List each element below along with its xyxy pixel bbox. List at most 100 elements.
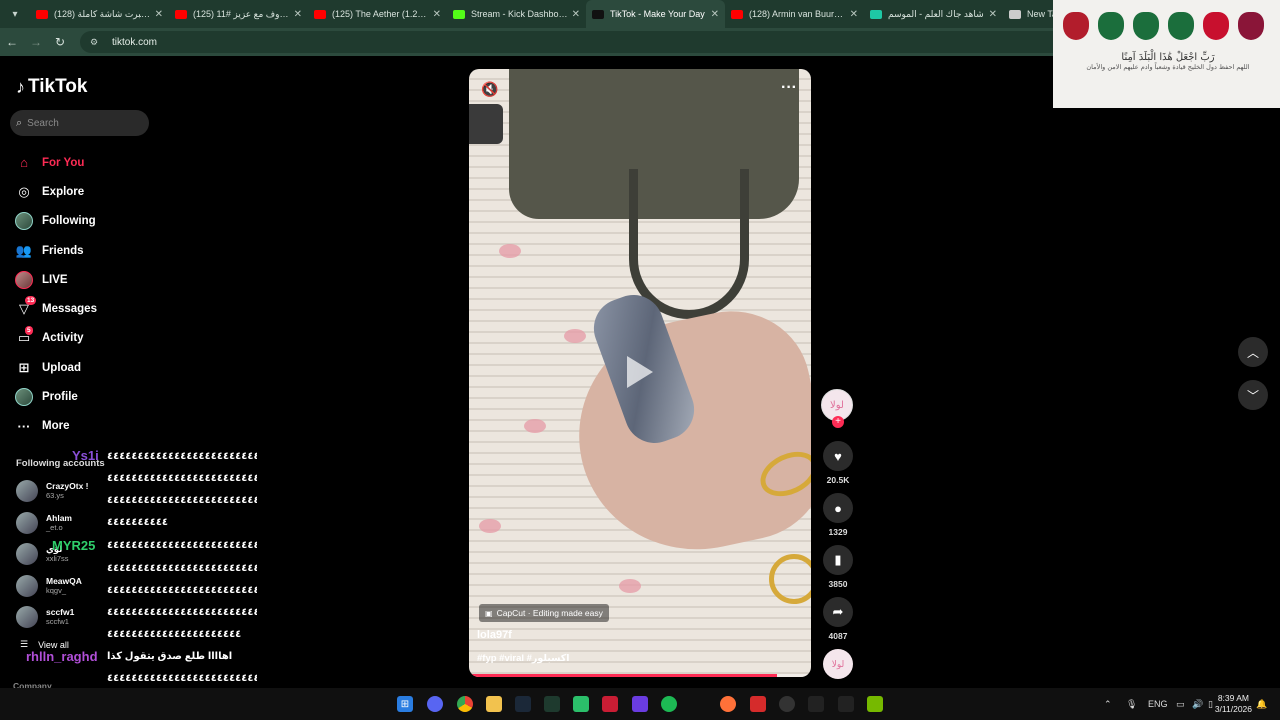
sidebar-item-label: Upload <box>42 361 81 374</box>
browser-tab[interactable]: Stream - Kick Dashboard ✕ <box>447 0 586 28</box>
video-author[interactable]: lola97f <box>477 629 512 641</box>
back-icon[interactable]: ← <box>0 35 24 49</box>
tab-title: (128) Armin van Buuren - <box>749 9 846 19</box>
gulf-emblems-overlay: رَبِّ اجْعَلْ هَٰذَا الْبَلَدَ آمِنًا ال… <box>1053 0 1280 108</box>
more-options-icon[interactable]: ··· <box>781 79 797 97</box>
browser-tab[interactable]: (128) البرت شاشة كاملة () ✕ <box>30 0 169 28</box>
nvidia-icon[interactable] <box>867 696 883 712</box>
adobe-icon[interactable] <box>602 696 618 712</box>
browser-tab[interactable]: شاهد جاك العلم - الموسم ✕ <box>864 0 1003 28</box>
following-account[interactable]: CrazyOtx ! 63.ys <box>16 476 106 506</box>
creator-avatar[interactable]: لولا + <box>821 389 853 428</box>
view-all-label: View all <box>38 639 69 650</box>
browser-tab[interactable]: (128) Armin van Buuren - ✕ <box>725 0 864 28</box>
browser-tab[interactable]: (125) The Aether (1.20.1) ✕ <box>308 0 447 28</box>
tiktok-logo[interactable]: ♪ TikTok <box>16 76 87 98</box>
tab-strip: (128) البرت شاشة كاملة ()✕(125) حروف مع … <box>30 0 1142 28</box>
sidebar-item-profile[interactable]: Profile <box>14 382 154 411</box>
notification-bell-icon[interactable]: 🔔 <box>1256 688 1267 720</box>
video-frame-flower <box>619 579 641 593</box>
app-red-icon[interactable] <box>750 696 766 712</box>
close-tab-icon[interactable]: ✕ <box>294 9 302 20</box>
close-tab-icon[interactable]: ✕ <box>850 9 858 20</box>
upload-icon: ⊞ <box>18 359 30 375</box>
compass-icon: ◎ <box>18 183 30 199</box>
sidebar-item-following[interactable]: Following <box>14 207 154 236</box>
system-clock[interactable]: 8:39 AM 3/11/2026 <box>1215 693 1252 715</box>
account-name: sccfw1 <box>46 607 75 617</box>
sidebar-item-activity[interactable]: ▭ 5 Activity <box>14 324 154 353</box>
following-account[interactable]: Ahlam _et.o <box>16 508 106 538</box>
account-handle: _et.o <box>46 522 63 532</box>
battery-icon[interactable]: ▯ <box>1208 688 1213 720</box>
follow-plus-icon[interactable]: + <box>832 416 844 428</box>
chrome-icon[interactable] <box>457 696 473 712</box>
site-info-icon[interactable]: ⚙ <box>90 37 104 48</box>
sidebar-item-live[interactable]: LIVE <box>14 265 154 294</box>
comment-button[interactable]: ● 1329 <box>823 493 853 537</box>
epic-games-icon[interactable] <box>838 696 854 712</box>
microphone-icon[interactable]: 🎙 <box>1126 688 1137 720</box>
reload-icon[interactable]: ↻ <box>48 35 72 49</box>
music-avatar-text: لولا <box>831 658 845 669</box>
video-progress-bar[interactable] <box>469 674 811 677</box>
close-tab-icon[interactable]: ✕ <box>155 9 163 20</box>
close-tab-icon[interactable]: ✕ <box>989 9 997 20</box>
previous-video-button[interactable]: ︿ <box>1238 337 1268 367</box>
avatar <box>16 543 38 565</box>
capcut-badge[interactable]: ▣ CapCut · Editing made easy <box>479 604 609 622</box>
spotify-icon[interactable] <box>661 696 677 712</box>
account-name: CrazyOtx ! <box>46 481 89 491</box>
video-player[interactable]: 🔇 ··· ▣ CapCut · Editing made easy lola9… <box>469 69 811 677</box>
app-icon[interactable] <box>632 696 648 712</box>
sidebar-item-explore[interactable]: ◎ Explore <box>14 177 154 206</box>
sidebar-item-messages[interactable]: ▽ 13 Messages <box>14 294 154 323</box>
like-count: 20.5K <box>826 475 850 485</box>
following-account[interactable]: sccfw1 sccfw1 <box>16 602 106 632</box>
chat-message: ٤٤٤٤٤٤٤٤٤٤٤٤٤٤٤٤٤٤٤٤٤٤٤٤٤٤ <box>107 473 257 484</box>
volume-icon[interactable]: 🔊 <box>1192 688 1203 720</box>
tab-title: (128) البرت شاشة كاملة () <box>54 8 151 19</box>
chat-message: ٤٤٤٤٤٤٤٤٤٤٤٤٤٤٤٤٤٤٤٤٤٤٤٤٤٤ <box>107 585 257 596</box>
steam-icon[interactable] <box>515 696 531 712</box>
language-indicator[interactable]: ENG <box>1148 688 1168 720</box>
save-button[interactable]: ▮ 3850 <box>823 545 853 589</box>
file-explorer-icon[interactable] <box>486 696 502 712</box>
url-input[interactable]: ⚙ tiktok.com <box>80 31 1100 53</box>
xbox-icon[interactable] <box>544 696 560 712</box>
search-input[interactable]: ⌕ Search <box>10 110 149 136</box>
tab-search-icon[interactable]: ▾ <box>4 3 26 25</box>
chat-message: ٤٤٤٤٤٤٤٤٤٤٤٤٤٤٤٤٤٤٤٤٤٤٤٤٤٤ <box>107 563 257 574</box>
following-account[interactable]: MeawQA kqgv_ <box>16 571 106 601</box>
browser-tab[interactable]: (125) حروف مع عزيز #11 ✕ <box>169 0 308 28</box>
video-hashtags[interactable]: #fyp #viral #اكسبلور <box>477 653 570 664</box>
app-dark-icon[interactable] <box>808 696 824 712</box>
windows-start-icon[interactable]: ⊞ <box>397 696 413 712</box>
play-icon[interactable] <box>627 356 653 388</box>
whatsapp-icon[interactable] <box>573 696 589 712</box>
sidebar-item-for-you[interactable]: ⌂ For You <box>14 148 154 177</box>
comment-count: 1329 <box>828 527 848 537</box>
tray-chevron-icon[interactable]: ⌃ <box>1104 688 1112 720</box>
close-tab-icon[interactable]: ✕ <box>572 9 580 20</box>
browser-tab[interactable]: TikTok - Make Your Day ✕ <box>586 0 725 28</box>
chat-username: Ys1i <box>72 448 99 463</box>
close-tab-icon[interactable]: ✕ <box>711 9 719 20</box>
network-icon[interactable]: ▭ <box>1176 688 1185 720</box>
save-count: 3850 <box>828 579 848 589</box>
firefox-icon[interactable] <box>720 696 736 712</box>
sidebar-item-upload[interactable]: ⊞ Upload <box>14 353 154 382</box>
chat-message: اهاااا طلع صدق يتقول كذا <box>107 651 233 662</box>
next-video-button[interactable]: ﹀ <box>1238 380 1268 410</box>
discord-icon[interactable] <box>427 696 443 712</box>
obs-icon[interactable] <box>779 696 795 712</box>
like-button[interactable]: ♥ 20.5K <box>823 441 853 485</box>
chevron-down-icon: ﹀ <box>1246 388 1259 403</box>
mute-icon[interactable]: 🔇 <box>481 81 498 98</box>
share-button[interactable]: ➦ 4087 <box>823 597 853 641</box>
close-tab-icon[interactable]: ✕ <box>433 9 441 20</box>
music-disc-avatar[interactable]: لولا <box>823 649 853 679</box>
forward-icon[interactable]: → <box>24 35 48 49</box>
sidebar-item-more[interactable]: ··· More <box>14 412 154 441</box>
sidebar-item-friends[interactable]: 👥 Friends <box>14 236 154 265</box>
